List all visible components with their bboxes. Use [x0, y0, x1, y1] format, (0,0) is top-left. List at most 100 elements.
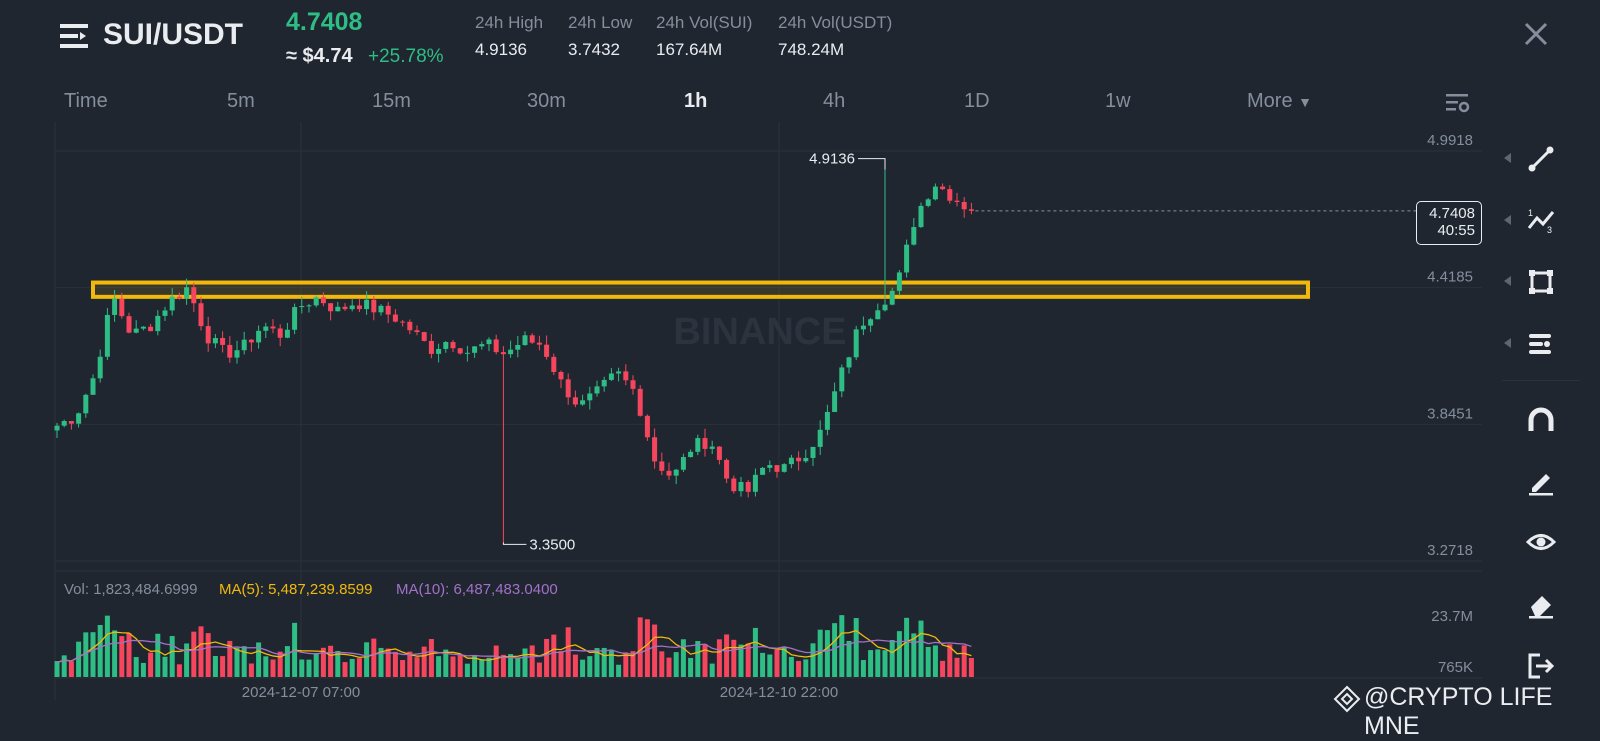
candle-body [954, 200, 960, 203]
volume-bar [112, 630, 118, 677]
volume-bar [104, 615, 110, 677]
volume-bar [882, 650, 888, 677]
volume-bar [364, 642, 370, 677]
toolbar-divider [1502, 380, 1580, 381]
volume-bar [76, 641, 82, 677]
volume-bar [493, 645, 499, 677]
volume-bar [169, 636, 175, 677]
creator-watermark: @CRYPTO LIFE MNE [1364, 683, 1553, 740]
volume-bars [54, 615, 974, 677]
volume-bar [652, 624, 658, 677]
candle-body [896, 272, 902, 291]
volume-bar [623, 652, 629, 677]
volume-bar [666, 657, 672, 677]
volume-bar [133, 657, 139, 677]
exit-icon[interactable] [1526, 651, 1556, 681]
svg-text:1: 1 [1528, 208, 1533, 218]
candle-body [443, 342, 449, 349]
volume-bar [904, 617, 910, 677]
candle-body [659, 461, 665, 471]
candle-body [508, 349, 514, 355]
candle-body [169, 296, 175, 311]
volume-bar [356, 658, 362, 677]
current-price-label: 4.7408 [1429, 205, 1475, 222]
expand-arrow-icon[interactable] [1504, 276, 1511, 286]
candle-body [846, 357, 852, 368]
expand-arrow-icon[interactable] [1504, 338, 1511, 348]
volume-bar [184, 643, 190, 677]
candle-body [54, 425, 60, 431]
volume-bar [436, 656, 442, 677]
volume-bar [551, 634, 557, 677]
price-tick-label: 3.2718 [1427, 542, 1473, 559]
volume-bar [212, 656, 218, 677]
eraser-icon[interactable] [1526, 589, 1556, 619]
volume-bar [61, 655, 67, 677]
candle-body [616, 371, 622, 374]
candle-body [623, 371, 629, 381]
low-marker-line [502, 542, 527, 545]
magnet-icon[interactable] [1526, 405, 1556, 435]
candle-body [90, 378, 96, 395]
candle-body [464, 352, 470, 354]
brush-icon[interactable] [1526, 466, 1556, 496]
line-tool-icon[interactable] [1526, 144, 1556, 174]
candle-body [536, 342, 542, 345]
volume-bar [277, 651, 283, 677]
expand-arrow-icon[interactable] [1504, 153, 1511, 163]
volume-bar [752, 627, 758, 677]
candle-body [709, 446, 715, 449]
volume-bar [724, 634, 730, 677]
expand-arrow-icon[interactable] [1504, 215, 1511, 225]
high-marker-line [858, 158, 886, 170]
volume-bar [803, 659, 809, 677]
candle-body [680, 457, 686, 470]
candle-body [428, 340, 434, 354]
price-tick-label: 4.4185 [1427, 269, 1473, 286]
volume-bar [263, 656, 269, 677]
volume-bar [162, 656, 168, 677]
candles-group [54, 169, 974, 543]
volume-bar [191, 631, 197, 677]
volume-bar [220, 656, 226, 677]
candle-body [544, 344, 550, 357]
candle-body [918, 205, 924, 228]
candle-body [407, 321, 413, 331]
volume-bar [428, 638, 434, 677]
candle-body [961, 202, 967, 210]
candle-body [565, 379, 571, 398]
candle-body [716, 446, 722, 460]
fib-tool-icon[interactable]: 13 [1526, 206, 1556, 236]
candle-body [421, 332, 427, 341]
candle-body [112, 298, 118, 315]
candlestick-chart[interactable]: BINANCE 4.9136 3.3500 4.9918 4.4185 3.8451 3… [0, 0, 1600, 720]
volume-bar [824, 630, 830, 677]
volume-bar [832, 623, 838, 677]
candle-body [940, 186, 946, 190]
candle-body [486, 339, 492, 345]
candle-body [738, 481, 744, 492]
annotations-group: 4.9136 3.3500 [502, 151, 1416, 553]
volume-bar [767, 654, 773, 677]
volume-bar [522, 648, 528, 677]
indicator-tool-icon[interactable] [1526, 329, 1556, 359]
candle-body [205, 326, 211, 344]
candle-body [731, 478, 737, 492]
eye-icon[interactable] [1526, 527, 1556, 557]
candle-body [788, 457, 794, 465]
rectangle-tool-icon[interactable] [1526, 267, 1556, 297]
volume-bar [479, 659, 485, 677]
candle-body [76, 413, 82, 424]
candle-body [724, 459, 730, 479]
volume-bar [421, 646, 427, 677]
volume-bar [558, 651, 564, 677]
highlight-zone [91, 280, 1310, 299]
candle-body [184, 287, 190, 299]
volume-bar [918, 620, 924, 677]
candle-body [522, 335, 528, 346]
volume-bar [709, 663, 715, 677]
candle-body [479, 344, 485, 347]
candle-body [342, 306, 348, 310]
candle-body [580, 400, 586, 405]
price-tick-label: 3.8451 [1427, 405, 1473, 422]
